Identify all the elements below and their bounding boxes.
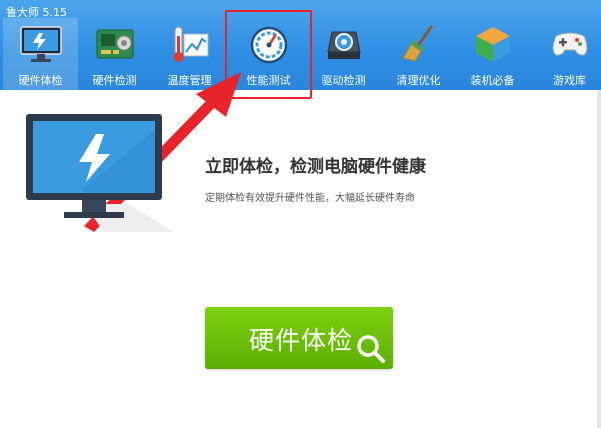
checkup-subline: 定期体检有效提升硬件性能，大幅延长硬件寿命	[205, 193, 415, 204]
hardware-checkup-button[interactable]: 硬件体检	[205, 307, 393, 369]
checkup-headline: 立即体检，检测电脑硬件健康	[205, 157, 426, 177]
button-label: 硬件体检	[249, 326, 354, 355]
monitor-bolt-illustration	[26, 114, 174, 232]
window-right-edge	[597, 90, 601, 428]
search-icon	[357, 335, 385, 363]
